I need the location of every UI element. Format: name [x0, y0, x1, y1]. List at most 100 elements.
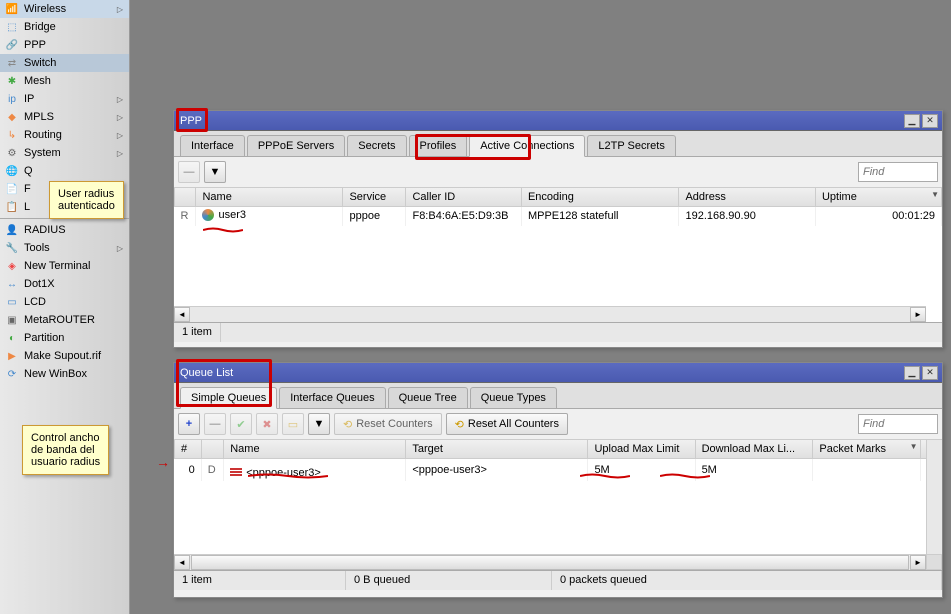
h-scrollbar[interactable]: ◄► [174, 554, 926, 570]
sidebar-item-ip[interactable]: ipIP▷ [0, 90, 129, 108]
sidebar-item-lcd[interactable]: ▭LCD [0, 293, 129, 311]
row-marks [813, 458, 920, 481]
col-caller-id[interactable]: Caller ID [406, 188, 522, 206]
col-download-max-li-[interactable]: Download Max Li... [695, 440, 813, 458]
sidebar-label: MetaROUTER [24, 314, 125, 326]
find-input[interactable] [858, 414, 938, 434]
menu-icon: ▣ [4, 313, 20, 327]
ppp-toolbar: — ▼ [174, 157, 942, 188]
queue-window: Queue List ▁ ✕ Simple QueuesInterface Qu… [173, 362, 943, 598]
row-name-cell: <pppoe-user3> [224, 458, 406, 481]
status-queued-packets: 0 packets queued [552, 571, 942, 590]
reset-counters-button[interactable]: ⟲Reset Counters [334, 413, 442, 435]
tab-pppoe-servers[interactable]: PPPoE Servers [247, 135, 345, 156]
queue-table[interactable]: # NameTargetUpload Max LimitDownload Max … [174, 440, 942, 570]
col-flag[interactable] [201, 440, 223, 458]
sidebar-item-tools[interactable]: 🔧Tools▷ [0, 239, 129, 257]
sidebar-item-mesh[interactable]: ✱Mesh [0, 72, 129, 90]
row-service: pppoe [343, 206, 406, 226]
sidebar-item-metarouter[interactable]: ▣ MetaROUTER [0, 311, 129, 329]
close-button[interactable]: ✕ [922, 114, 938, 128]
sidebar-item-bridge[interactable]: ⬚Bridge [0, 18, 129, 36]
sidebar-item-new-terminal[interactable]: ◈New Terminal [0, 257, 129, 275]
sidebar-label: Wireless [24, 3, 117, 15]
queue-title-bar[interactable]: Queue List ▁ ✕ [174, 363, 942, 383]
sidebar-label: Switch [24, 57, 125, 69]
menu-icon: 🌐 [4, 164, 20, 178]
col-name[interactable]: Name [224, 440, 406, 458]
close-button[interactable]: ✕ [922, 366, 938, 380]
sidebar-item-radius[interactable]: 👤RADIUS [0, 221, 129, 239]
sidebar-item-switch[interactable]: ⇄ Switch [0, 54, 129, 72]
menu-icon: 📄 [4, 182, 20, 196]
col-name[interactable]: Name [196, 188, 343, 206]
sidebar-label: New Terminal [24, 260, 125, 272]
tab-profiles[interactable]: Profiles [409, 135, 468, 156]
sidebar-item-q[interactable]: 🌐Q [0, 162, 129, 180]
tab-secrets[interactable]: Secrets [347, 135, 406, 156]
table-row[interactable]: R user3 pppoe F8:B4:6A:E5:D9:3B MPPE128 … [175, 206, 942, 226]
queue-status: 1 item 0 B queued 0 packets queued [174, 570, 942, 590]
sidebar-item-partition[interactable]: ◐Partition [0, 329, 129, 347]
col-service[interactable]: Service [343, 188, 406, 206]
tab-l2tp-secrets[interactable]: L2TP Secrets [587, 135, 675, 156]
row-flag: D [201, 458, 223, 481]
tab-interface-queues[interactable]: Interface Queues [279, 387, 385, 408]
tab-queue-tree[interactable]: Queue Tree [388, 387, 468, 408]
sidebar-item-dot1x[interactable]: ↔ Dot1X [0, 275, 129, 293]
menu-icon: ⇄ [4, 56, 20, 70]
row-upload: 5M [588, 458, 695, 481]
minimize-button[interactable]: ▁ [904, 366, 920, 380]
table-row[interactable]: 0 D <pppoe-user3> <pppoe-user3> 5M 5M 5 [175, 458, 942, 481]
row-flag: R [175, 206, 196, 226]
sidebar-item-system[interactable]: ⚙System▷ [0, 144, 129, 162]
callout-user-radius: User radius autenticado [49, 181, 124, 219]
h-scrollbar[interactable]: ◄► [174, 306, 926, 322]
sidebar-label: RADIUS [24, 224, 125, 236]
remove-button[interactable]: — [178, 161, 200, 183]
tab-queue-types[interactable]: Queue Types [470, 387, 557, 408]
minimize-button[interactable]: ▁ [904, 114, 920, 128]
col-#[interactable]: # [175, 440, 202, 458]
row-uptime: 00:01:29 [815, 206, 941, 226]
v-scrollbar[interactable] [926, 440, 942, 570]
add-button[interactable]: + [178, 413, 200, 435]
tab-interface[interactable]: Interface [180, 135, 245, 156]
tab-active-connections[interactable]: Active Connections [469, 135, 585, 157]
sidebar-label: LCD [24, 296, 125, 308]
remove-button[interactable]: — [204, 413, 226, 435]
ppp-title-bar[interactable]: PPP ▁ ✕ [174, 111, 942, 131]
sidebar-item-wireless[interactable]: 📶Wireless▷ [0, 0, 129, 18]
row-num: 0 [175, 458, 202, 481]
reset-all-counters-button[interactable]: ⟲Reset All Counters [446, 413, 568, 435]
sidebar-label: Dot1X [24, 278, 125, 290]
menu-icon: ↔ [4, 277, 20, 291]
sidebar-item-make-supout.rif[interactable]: ▶Make Supout.rif [0, 347, 129, 365]
col-address[interactable]: Address [679, 188, 816, 206]
sidebar-item-mpls[interactable]: ◆MPLS▷ [0, 108, 129, 126]
sidebar-label: PPP [24, 39, 125, 51]
queue-tabs: Simple QueuesInterface QueuesQueue TreeQ… [174, 383, 942, 409]
filter-button[interactable]: ▼ [204, 161, 226, 183]
find-input[interactable] [858, 162, 938, 182]
sidebar-item-ppp[interactable]: 🔗PPP [0, 36, 129, 54]
col-uptime[interactable]: Uptime▼ [815, 188, 941, 206]
tab-simple-queues[interactable]: Simple Queues [180, 387, 277, 409]
chevron-right-icon: ▷ [117, 149, 123, 158]
sidebar-item-routing[interactable]: ↳Routing▷ [0, 126, 129, 144]
comment-button[interactable]: ▭ [282, 413, 304, 435]
menu-icon: ◆ [4, 110, 20, 124]
col-encoding[interactable]: Encoding [521, 188, 679, 206]
enable-button[interactable]: ✔ [230, 413, 252, 435]
sidebar-label: MPLS [24, 111, 117, 123]
col-packet-marks[interactable]: Packet Marks▼ [813, 440, 920, 458]
sidebar-label: IP [24, 93, 117, 105]
filter-button[interactable]: ▼ [308, 413, 330, 435]
disable-button[interactable]: ✖ [256, 413, 278, 435]
menu-icon: ✱ [4, 74, 20, 88]
arrow-icon: → [156, 454, 170, 470]
ppp-table[interactable]: NameServiceCaller IDEncodingAddressUptim… [174, 188, 942, 322]
col-target[interactable]: Target [406, 440, 588, 458]
col-upload-max-limit[interactable]: Upload Max Limit [588, 440, 695, 458]
sidebar-item-new-winbox[interactable]: ⟳New WinBox [0, 365, 129, 383]
